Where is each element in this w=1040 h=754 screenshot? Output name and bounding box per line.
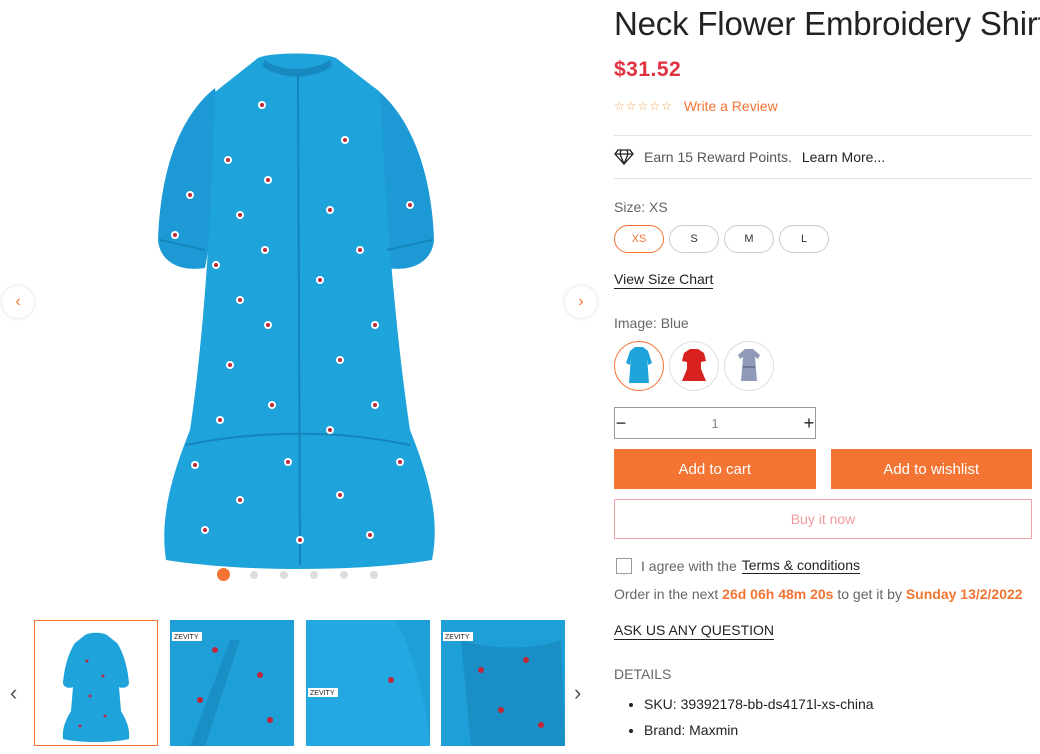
carousel-dot[interactable] [340,571,348,579]
thumb-tag-text: ZEVITY [310,690,335,697]
chevron-left-icon: ‹ [15,293,21,310]
size-option-s[interactable]: S [669,225,719,253]
thumb-dress-image [62,632,130,742]
carousel-dot[interactable] [370,571,378,579]
thumbnail-1[interactable] [34,620,158,746]
gray-dress-icon [738,349,760,381]
thumbnail-4[interactable]: ZEVITY [441,620,565,746]
swatch-red[interactable] [669,341,719,391]
diamond-icon [614,149,634,165]
quantity-input[interactable] [627,415,803,431]
carousel-dot[interactable] [310,571,318,579]
thumb-tag-text: ZEVITY [445,634,470,641]
carousel-dots [217,568,400,581]
color-swatches [614,341,1032,391]
carousel-dot[interactable] [280,571,288,579]
detail-sku: SKU: 39392178-bb-ds4171l-xs-china [644,696,1032,712]
order-prefix: Order in the next [614,586,719,602]
details-heading: DETAILS [614,666,672,682]
size-option-l[interactable]: L [779,225,829,253]
reward-text: Earn 15 Reward Points. [644,149,792,165]
order-middle: to get it by [837,586,902,602]
carousel-dot[interactable] [217,568,230,581]
swatch-blue[interactable] [614,341,664,391]
swatch-gray[interactable] [724,341,774,391]
product-title: Neck Flower Embroidery Shirt [614,5,1040,42]
carousel-dot[interactable] [250,571,258,579]
agree-text: I agree with the [641,557,737,574]
star-icon: ☆ [637,99,649,113]
blue-dress-icon [626,347,652,383]
add-to-wishlist-button[interactable]: Add to wishlist [830,449,1032,489]
action-buttons: Add to cart Add to wishlist [614,449,1032,489]
product-gallery: ‹ › ‹ ZEVITY ZEVITY ZEVITY › [0,0,600,754]
star-rating[interactable]: ☆ ☆ ☆ ☆ ☆ [614,99,672,113]
size-options: XS S M L [614,225,1032,253]
divider [614,178,1032,179]
main-product-image[interactable]: ‹ › [0,0,600,600]
review-row: ☆ ☆ ☆ ☆ ☆ Write a Review [614,97,1032,115]
product-info: Neck Flower Embroidery Shirt $31.52 ☆ ☆ … [614,0,1040,748]
thumbnail-strip: ‹ ZEVITY ZEVITY ZEVITY › [0,620,600,750]
thumb-next-icon[interactable]: › [574,682,581,704]
red-dress-icon [682,349,706,381]
terms-checkbox[interactable] [616,557,632,574]
write-review-link[interactable]: Write a Review [684,98,778,114]
ask-question-link[interactable]: ASK US ANY QUESTION [614,622,775,640]
countdown-timer: 26d 06h 48m 20s [722,586,834,602]
buy-now-button[interactable]: Buy it now [614,499,1032,539]
thumb-detail-image: ZEVITY [170,620,294,746]
add-to-cart-button[interactable]: Add to cart [614,449,816,489]
detail-brand: Brand: Maxmin [644,722,1032,738]
quantity-stepper: − + [614,407,816,439]
star-icon: ☆ [625,99,637,113]
details-list: SKU: 39392178-bb-ds4171l-xs-china Brand:… [614,696,1032,738]
reward-points-row: Earn 15 Reward Points. Learn More... [614,136,1032,178]
size-option-xs[interactable]: XS [614,225,664,253]
thumb-cuff-image: ZEVITY [306,620,430,746]
size-label: Size: XS [614,199,668,215]
star-icon: ☆ [649,99,661,113]
plus-icon[interactable]: + [803,413,815,434]
learn-more-link[interactable]: Learn More... [802,149,885,165]
star-icon: ☆ [661,99,672,113]
delivery-countdown: Order in the next 26d 06h 48m 20s to get… [614,586,1032,602]
product-price: $31.52 [614,58,682,81]
size-chart-link[interactable]: View Size Chart [614,271,714,289]
terms-link[interactable]: Terms & conditions [741,557,861,574]
delivery-date: Sunday 13/2/2022 [905,586,1023,602]
terms-agreement: I agree with the Terms & conditions [614,557,1032,574]
thumb-tag-text: ZEVITY [174,634,199,641]
thumbnail-3[interactable]: ZEVITY [306,620,430,746]
thumbnail-2[interactable]: ZEVITY [170,620,294,746]
minus-icon[interactable]: − [615,413,627,434]
image-label: Image: Blue [614,315,689,331]
thumb-prev-icon[interactable]: ‹ [10,682,17,704]
size-option-m[interactable]: M [724,225,774,253]
dress-image [158,53,435,569]
chevron-right-icon: › [578,293,584,310]
next-image-button[interactable]: › [565,286,597,318]
star-icon: ☆ [614,99,625,113]
thumb-sleeve-image: ZEVITY [441,620,565,746]
prev-image-button[interactable]: ‹ [2,286,34,318]
